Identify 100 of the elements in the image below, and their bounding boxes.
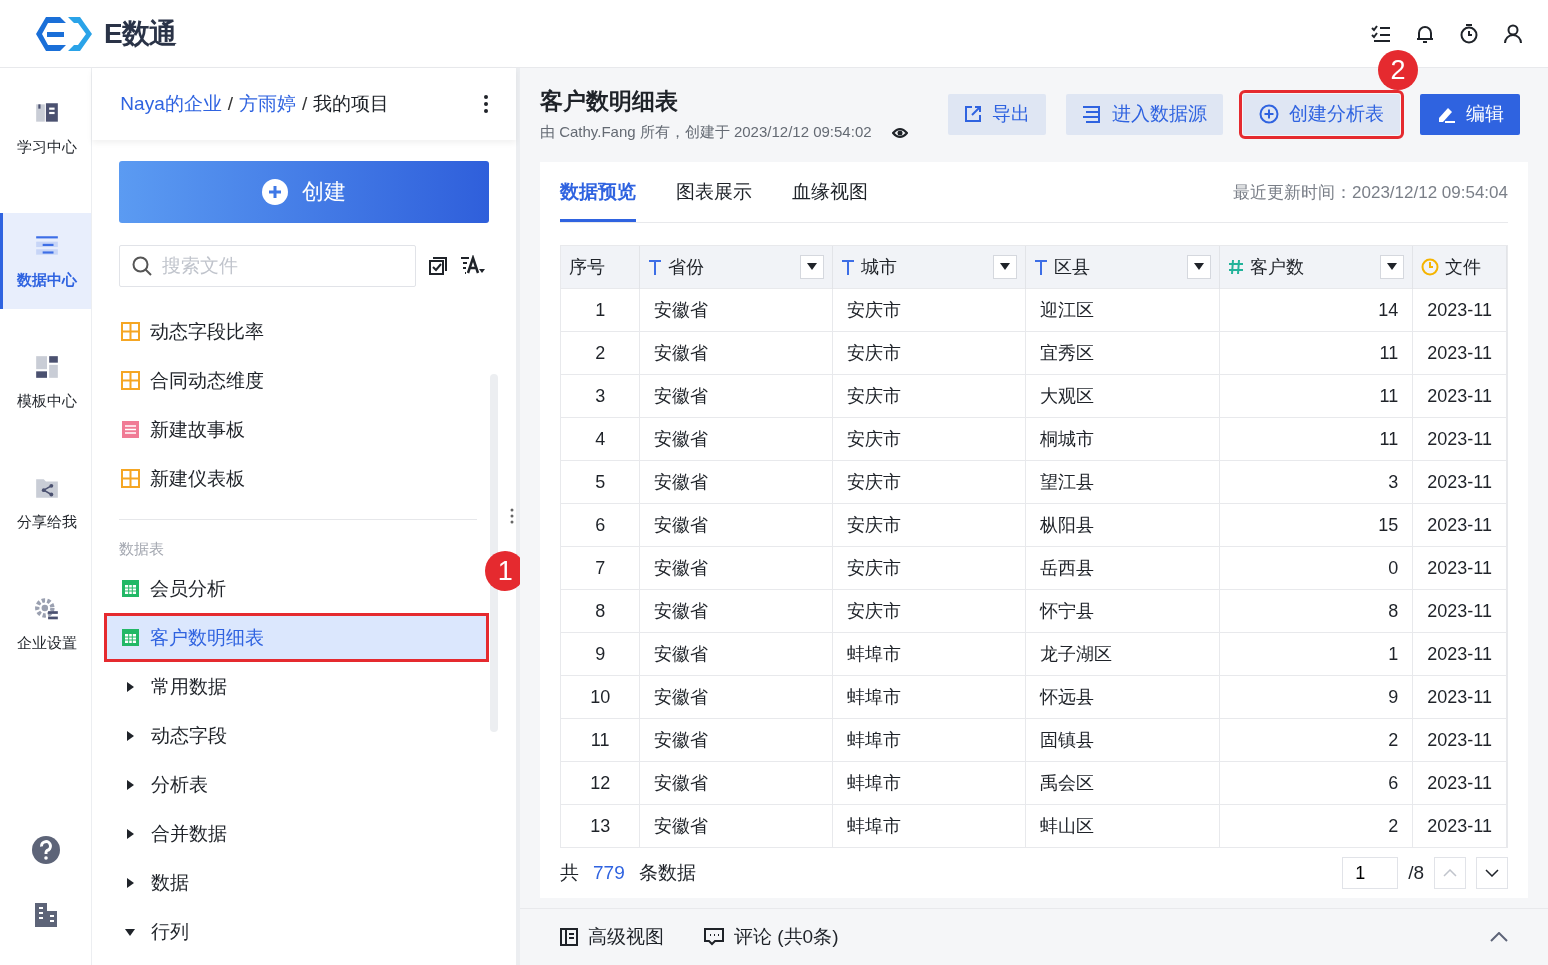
table-cell: 13: [561, 804, 640, 847]
chevron-down-icon: [1485, 869, 1499, 877]
dropdown-icon[interactable]: [1187, 255, 1212, 279]
column-header[interactable]: 区县: [1026, 246, 1220, 289]
create-button[interactable]: 创建: [119, 161, 489, 223]
view-tab[interactable]: 高级视图: [560, 924, 664, 950]
table-cell: 3: [1219, 460, 1413, 504]
breadcrumb-link[interactable]: 方雨婷: [239, 91, 296, 117]
table-cell: 安徽省: [639, 331, 833, 375]
tab[interactable]: 图表展示: [676, 162, 752, 222]
breadcrumb-current: 我的项目: [313, 92, 390, 116]
caret-icon: [125, 730, 136, 741]
table-cell: 6: [561, 503, 640, 547]
folder-item[interactable]: 常用数据: [119, 662, 449, 711]
breadcrumb-separator: /: [302, 93, 308, 115]
column-header[interactable]: 城市: [832, 246, 1026, 289]
table-cell: 12: [561, 761, 640, 805]
breadcrumb-link[interactable]: Naya的企业: [120, 91, 222, 117]
folder-item[interactable]: 合并数据: [119, 809, 449, 858]
table-cell: 安徽省: [639, 460, 833, 504]
table-cell: 2023-11: [1412, 503, 1507, 547]
table-cell: 安庆市: [832, 288, 1026, 332]
dropdown-icon[interactable]: [993, 255, 1018, 279]
eye-icon[interactable]: [891, 126, 908, 139]
table-cell: 安庆市: [832, 589, 1026, 633]
table-icon: [121, 628, 141, 647]
section-title: 数据表: [119, 538, 166, 559]
nav-item[interactable]: 数据中心: [0, 213, 92, 309]
user-icon[interactable]: [1502, 22, 1524, 45]
caret-icon: [125, 779, 136, 790]
table-cell: 安徽省: [639, 632, 833, 676]
table-cell: 龙子湖区: [1026, 632, 1220, 676]
table-cell: 岳西县: [1026, 546, 1220, 590]
table-cell: 安徽省: [639, 675, 833, 719]
timer-icon[interactable]: [1458, 22, 1480, 45]
table-cell: 安徽省: [639, 546, 833, 590]
gear-icon: [34, 595, 61, 622]
page-input[interactable]: 1: [1342, 857, 1399, 889]
update-time: 最近更新时间：2023/12/12 09:54:04: [1233, 181, 1508, 204]
table-cell: 8: [561, 589, 640, 633]
nav-item[interactable]: 学习中心: [0, 68, 92, 188]
chevron-up-icon[interactable]: [1490, 932, 1508, 942]
scrollbar[interactable]: [490, 374, 498, 732]
table-cell: 2023-11: [1412, 374, 1507, 418]
table-cell: 2023-11: [1412, 675, 1507, 719]
help-icon[interactable]: [30, 835, 61, 865]
column-header[interactable]: 省份: [639, 246, 833, 289]
table-cell: 9: [1219, 675, 1413, 719]
building-icon[interactable]: [32, 901, 59, 929]
table-cell: 桐城市: [1026, 417, 1220, 461]
table-cell: 3: [561, 374, 640, 418]
drag-handle-icon[interactable]: [510, 508, 514, 524]
column-header[interactable]: 文件: [1412, 246, 1507, 289]
table-cell: 11: [561, 718, 640, 762]
table-cell: 蚌埠市: [832, 632, 1026, 676]
nav-item[interactable]: 企业设置: [0, 576, 92, 672]
next-page-button[interactable]: [1476, 857, 1508, 889]
table-cell: 11: [1219, 374, 1413, 418]
text-type-icon: [648, 259, 663, 275]
table-item[interactable]: 客户数明细表: [104, 613, 489, 662]
dropdown-icon[interactable]: [1380, 255, 1405, 279]
table-cell: 禹会区: [1026, 761, 1220, 805]
table-cell: 大观区: [1026, 374, 1220, 418]
number-type-icon: [1228, 259, 1245, 275]
logo-text: E数通: [104, 16, 176, 51]
file-item[interactable]: 合同动态维度: [119, 356, 449, 405]
file-item[interactable]: 新建仪表板: [119, 454, 449, 503]
tab[interactable]: 血缘视图: [792, 162, 868, 222]
table-item[interactable]: 会员分析: [119, 564, 449, 613]
search-field[interactable]: 搜索文件: [119, 245, 417, 287]
file-item[interactable]: 新建故事板: [119, 405, 449, 454]
table-cell: 2023-11: [1412, 718, 1507, 762]
table-cell: 2023-11: [1412, 546, 1507, 590]
sort-icon[interactable]: [460, 255, 487, 277]
nav-item[interactable]: 模板中心: [0, 334, 92, 430]
column-header[interactable]: 客户数: [1219, 246, 1413, 289]
comment-tab[interactable]: 评论 (共0条): [704, 924, 839, 950]
file-item[interactable]: 动态字段比率: [119, 307, 449, 356]
table-cell: 7: [561, 546, 640, 590]
dropdown-icon[interactable]: [800, 255, 825, 279]
more-icon[interactable]: [484, 95, 488, 113]
page-title: 客户数明细表: [540, 87, 679, 116]
table-cell: 固镇县: [1026, 718, 1220, 762]
folder-item[interactable]: 动态字段: [119, 711, 449, 760]
folder-item[interactable]: 分析表: [119, 760, 449, 809]
tab[interactable]: 数据预览: [560, 162, 636, 222]
column-header[interactable]: 序号: [561, 246, 640, 289]
nav-item[interactable]: 分享给我: [0, 455, 92, 551]
caret-icon: [125, 926, 136, 937]
source-button[interactable]: 进入数据源: [1066, 93, 1223, 135]
folder-item[interactable]: 数据: [119, 858, 449, 907]
dashboard-icon: [121, 322, 141, 341]
table-cell: 宜秀区: [1026, 331, 1220, 375]
export-button[interactable]: 导出: [948, 93, 1046, 135]
plus-circle-icon: [262, 179, 289, 205]
total-label: 条数据: [638, 861, 696, 885]
table-cell: 安徽省: [639, 804, 833, 847]
edit-button[interactable]: 编辑: [1420, 93, 1520, 135]
checkbox-window-icon[interactable]: [428, 256, 449, 276]
folder-item[interactable]: 行列: [119, 907, 449, 956]
